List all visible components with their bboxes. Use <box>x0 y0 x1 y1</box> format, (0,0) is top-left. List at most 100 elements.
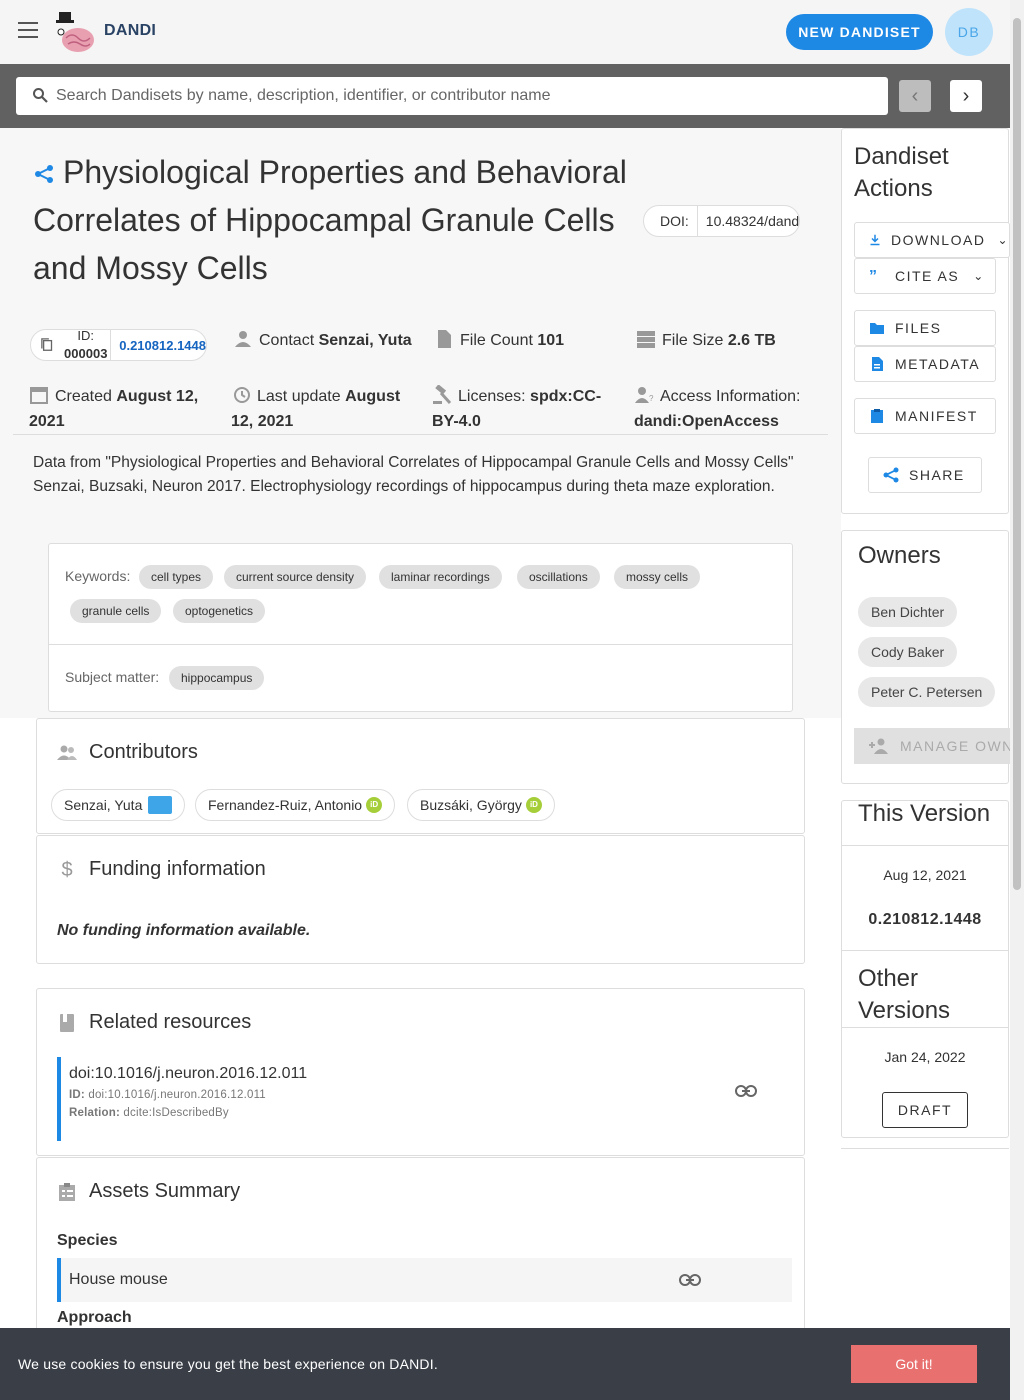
sidebar: Dandiset Actions DOWNLOAD ⌄ ” CITE AS ⌄ FI… <box>841 128 1010 1400</box>
download-button[interactable]: DOWNLOAD ⌄ <box>854 222 1010 258</box>
this-version-number[interactable]: 0.210812.1448 <box>842 911 1008 929</box>
document-icon <box>872 357 883 371</box>
copy-icon[interactable] <box>41 337 53 353</box>
file-count-label: File Count <box>460 332 533 349</box>
next-page-button[interactable]: › <box>950 80 982 112</box>
folder-icon <box>870 323 884 334</box>
divider <box>841 1148 1009 1149</box>
licenses: Licenses: spdx:CC-BY-4.0 <box>432 384 612 434</box>
owner-chip[interactable]: Cody Baker <box>858 637 958 667</box>
doi-label: DOI: <box>660 206 698 236</box>
resource-relation: Relation: dcite:IsDescribedBy <box>69 1107 787 1119</box>
cite-as-button[interactable]: ” CITE AS ⌄ <box>854 258 996 294</box>
doi-chip[interactable]: DOI: 10.48324/dandi.000003/0.210812.1448 <box>643 205 800 237</box>
resource-title[interactable]: doi:10.1016/j.neuron.2016.12.011 <box>69 1065 787 1083</box>
contributor-name: Buzsáki, György <box>420 797 522 813</box>
access-label: Access Information: <box>660 388 801 405</box>
clipboard-icon <box>871 409 883 423</box>
keyword-chip[interactable]: granule cells <box>70 599 162 623</box>
brand-name[interactable]: DANDI <box>104 22 156 40</box>
keywords-panel: Keywords: cell types current source dens… <box>48 543 793 712</box>
doi-value: 10.48324/dandi.000003/0.210812.1448 <box>705 213 800 229</box>
user-avatar[interactable]: DB <box>945 8 993 56</box>
search-input[interactable]: Search Dandisets by name, description, i… <box>16 77 888 115</box>
contributor-chip[interactable]: Fernandez-Ruiz, Antonio iD <box>195 789 396 821</box>
related-resource-item: doi:10.1016/j.neuron.2016.12.011 ID: doi… <box>57 1057 787 1141</box>
assets-summary-card: Assets Summary Species House mouse Appro… <box>36 1157 805 1347</box>
dandi-logo-icon[interactable] <box>52 10 96 54</box>
keyword-chip[interactable]: current source density <box>224 565 367 589</box>
file-count-value: 101 <box>537 332 565 349</box>
keyword-chip[interactable]: optogenetics <box>173 599 266 623</box>
scrollbar[interactable] <box>1010 0 1024 1400</box>
subject-chip[interactable]: hippocampus <box>169 666 265 690</box>
subject-label: Subject matter: <box>65 669 160 685</box>
contributors-card: Contributors Senzai, Yuta Fernandez-Ruiz… <box>36 718 805 834</box>
scrollbar-thumb[interactable] <box>1013 18 1021 890</box>
contributor-chip[interactable]: Buzsáki, György iD <box>407 789 555 821</box>
contributor-name: Senzai, Yuta <box>64 797 143 813</box>
cookie-accept-button[interactable]: Got it! <box>851 1345 977 1383</box>
share-button[interactable]: SHARE <box>868 457 982 493</box>
search-bar: Search Dandisets by name, description, i… <box>0 64 1010 128</box>
cookie-banner: We use cookies to ensure you get the bes… <box>0 1328 1010 1400</box>
identifier: ID: 000003 <box>61 329 110 360</box>
link-icon[interactable] <box>735 1085 757 1097</box>
search-icon <box>33 88 48 103</box>
updated-label: Last update <box>257 388 341 405</box>
divider <box>842 950 1008 951</box>
new-dandiset-button[interactable]: NEW DANDISET <box>786 14 933 50</box>
other-version-date: Jan 24, 2022 <box>884 1049 966 1065</box>
cite-as-label: CITE AS <box>895 268 960 284</box>
owners-title: Owners <box>858 542 941 569</box>
contributor-chip[interactable]: Senzai, Yuta <box>51 789 186 821</box>
files-button[interactable]: FILES <box>854 310 996 346</box>
orcid-icon[interactable]: iD <box>525 797 542 813</box>
manage-owners-button[interactable]: MANAGE OWNERS <box>854 728 1010 764</box>
share-icon <box>883 467 899 483</box>
prev-page-button[interactable]: ‹ <box>899 80 931 112</box>
keyword-chip[interactable]: laminar recordings <box>379 565 502 589</box>
draft-version-button[interactable]: DRAFT <box>882 1092 968 1128</box>
chevron-down-icon: ⌄ <box>997 233 1009 247</box>
menu-icon[interactable] <box>18 22 38 38</box>
chevron-left-icon: ‹ <box>911 84 919 107</box>
divider <box>49 644 792 645</box>
person-icon <box>235 331 251 347</box>
contributor-name: Fernandez-Ruiz, Antonio <box>208 797 363 813</box>
history-icon <box>234 387 250 403</box>
funding-empty: No funding information available. <box>57 922 311 939</box>
actions-card: Dandiset Actions DOWNLOAD ⌄ ” CITE AS ⌄ FI… <box>841 128 1010 514</box>
dandiset-description: Data from "Physiological Properties and … <box>33 454 794 495</box>
identifier-chip[interactable]: ID: 000003 0.210812.1448 <box>30 329 207 361</box>
divider <box>13 434 828 435</box>
owners-card: Owners Ben Dichter Cody Baker Peter C. P… <box>841 530 1010 784</box>
resource-id: ID: doi:10.1016/j.neuron.2016.12.011 <box>69 1089 787 1101</box>
last-update: Last update August 12, 2021 <box>231 384 411 434</box>
versions-card: This Version Aug 12, 2021 0.210812.1448 … <box>841 800 1009 1138</box>
keyword-chip[interactable]: oscillations <box>517 565 600 589</box>
id-label: ID: <box>77 329 95 343</box>
people-icon <box>57 745 77 760</box>
dandiset-title-text: Physiological Properties and Behavioral … <box>33 154 627 286</box>
orcid-icon[interactable]: iD <box>366 797 383 813</box>
related-title: Related resources <box>89 1011 252 1033</box>
actions-title: Dandiset Actions <box>854 143 949 202</box>
link-icon[interactable] <box>679 1274 701 1286</box>
add-person-icon <box>869 738 888 754</box>
owner-chip[interactable]: Ben Dichter <box>858 597 958 627</box>
app-bar: DANDI NEW DANDISET DB <box>0 0 1010 64</box>
contact-card-icon <box>148 796 173 814</box>
gavel-icon <box>433 385 452 405</box>
metadata-button[interactable]: METADATA <box>854 346 996 382</box>
owner-chip[interactable]: Peter C. Petersen <box>858 677 996 707</box>
approach-label: Approach <box>57 1309 132 1326</box>
manifest-label: MANIFEST <box>895 408 978 424</box>
keyword-chip[interactable]: mossy cells <box>614 565 701 589</box>
keyword-chip[interactable]: cell types <box>139 565 214 589</box>
manifest-button[interactable]: MANIFEST <box>854 398 996 434</box>
species-value: House mouse <box>69 1271 168 1288</box>
share-label: SHARE <box>909 467 965 483</box>
quote-icon: ” <box>869 268 879 285</box>
share-icon[interactable] <box>33 163 55 185</box>
